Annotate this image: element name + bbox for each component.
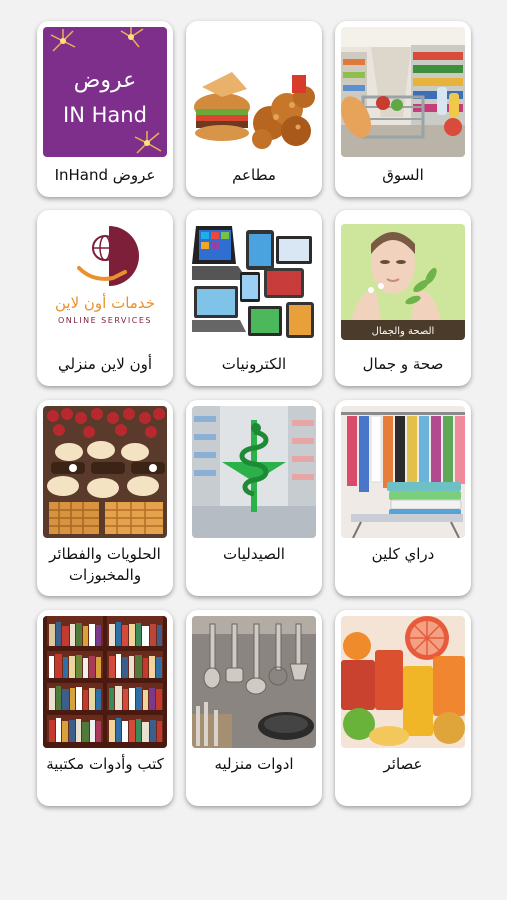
fastfood-image	[192, 27, 316, 157]
svg-text:الصحة والجمال: الصحة والجمال	[372, 326, 435, 337]
pharmacy-image	[192, 406, 316, 538]
category-card-pharmacies[interactable]: الصيدليات	[186, 400, 322, 596]
category-label: صحة و جمال	[362, 355, 444, 373]
category-card-sweets-bakery[interactable]: الحلويات والفطائر والمخبوزات	[37, 400, 173, 596]
category-card-health-beauty[interactable]: الصحة والجمال صحة و جمال	[335, 210, 471, 386]
category-label: الكترونيات	[221, 355, 287, 373]
category-card-market[interactable]: السوق	[335, 21, 471, 197]
online-services-logo: خدمات أون لاين ONLINE SERVICES	[43, 216, 167, 346]
svg-text:IN Hand: IN Hand	[63, 103, 147, 127]
dry-clean-image	[341, 406, 465, 538]
kitchen-tools-image	[192, 616, 316, 748]
category-label: كتب وأدوات مكتبية	[46, 755, 164, 773]
category-label: أون لاين منزلي	[57, 355, 153, 373]
category-label: دراي كلين	[371, 545, 435, 563]
supermarket-image	[341, 27, 465, 157]
category-card-kitchen-tools[interactable]: ادوات منزليه	[186, 610, 322, 806]
books-stationery-image	[43, 616, 167, 748]
category-label: الحلويات والفطائر والمخبوزات	[49, 545, 161, 584]
category-card-electronics[interactable]: الكترونيات	[186, 210, 322, 386]
category-label: الصيدليات	[223, 545, 285, 563]
svg-text:عروض: عروض	[74, 68, 137, 93]
electronics-image	[192, 216, 316, 346]
category-label: عروض InHand	[54, 166, 156, 184]
sweets-bakery-image	[43, 406, 167, 538]
svg-text:خدمات أون لاين: خدمات أون لاين	[55, 293, 155, 312]
offers-inhand-image: عروض IN Hand	[43, 27, 167, 157]
category-grid: السوق مطاعم عروض IN Hand عروض InHand الص…	[0, 0, 507, 900]
health-beauty-image: الصحة والجمال	[341, 224, 465, 340]
category-label: ادوات منزليه	[214, 755, 294, 773]
category-label: السوق	[382, 166, 424, 184]
category-card-restaurants[interactable]: مطاعم	[186, 21, 322, 197]
category-card-books-stationery[interactable]: كتب وأدوات مكتبية	[37, 610, 173, 806]
category-label: مطاعم	[232, 166, 276, 184]
category-card-online-home[interactable]: خدمات أون لاين ONLINE SERVICES أون لاين …	[37, 210, 173, 386]
category-card-juices[interactable]: عصائر	[335, 610, 471, 806]
svg-text:ONLINE SERVICES: ONLINE SERVICES	[58, 316, 152, 325]
category-label: عصائر	[383, 755, 423, 773]
juices-image	[341, 616, 465, 748]
category-card-dry-clean[interactable]: دراي كلين	[335, 400, 471, 596]
category-card-offers[interactable]: عروض IN Hand عروض InHand	[37, 21, 173, 197]
